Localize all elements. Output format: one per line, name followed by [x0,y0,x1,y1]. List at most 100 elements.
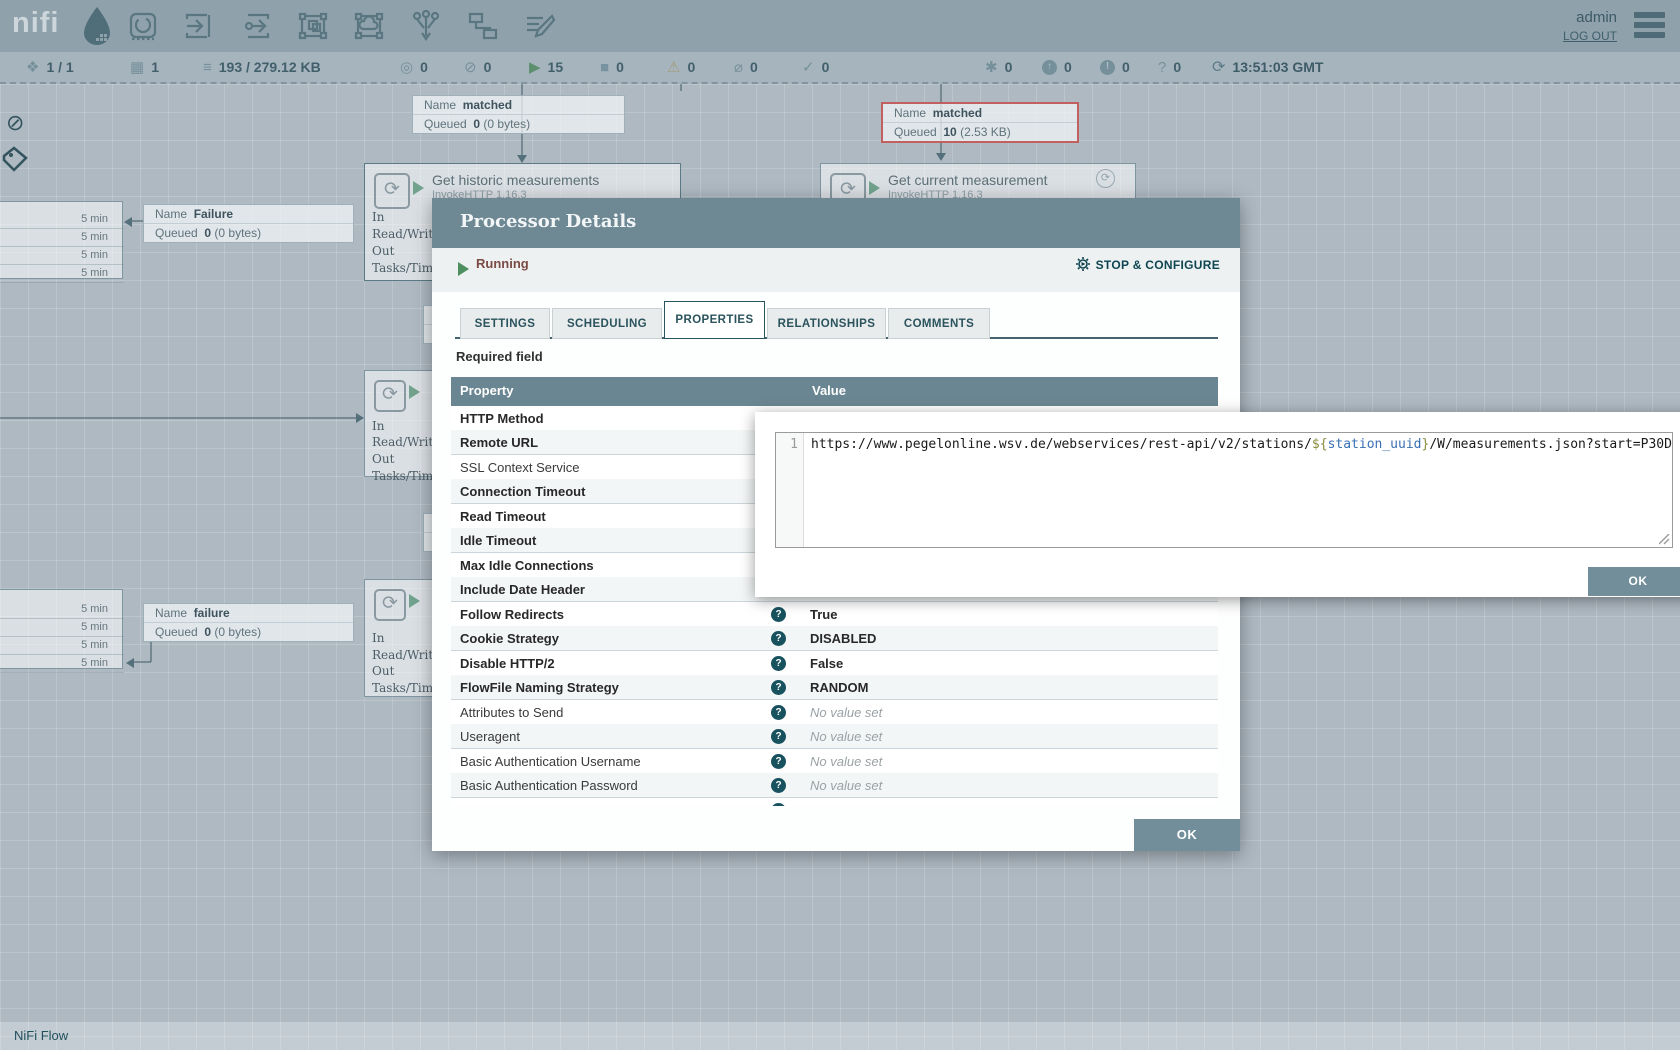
stop-and-configure-button[interactable]: STOP & CONFIGURE [1032,256,1220,272]
property-row[interactable]: Disable HTTP/2?False [451,651,1218,676]
help-icon[interactable]: ? [771,705,786,720]
connection-label-failure-lower: Name failure Queued 0 (0 bytes) [143,603,354,642]
thread-badge-icon: ⟳ [1096,169,1115,188]
stop-square-icon: ■ [600,60,609,75]
connection-label-matched-top: Name matched Queued 0 (0 bytes) [412,95,625,134]
status-transmitting: ◎0 [400,52,428,82]
asterisk-icon: ✱ [985,60,998,75]
funnel-icon[interactable] [410,10,442,42]
property-row[interactable]: Useragent?No value set [451,724,1218,749]
property-row[interactable]: Cookie Strategy?DISABLED [451,626,1218,651]
value-editor-textarea[interactable]: 1 https://www.pegelonline.wsv.de/webserv… [775,432,1673,548]
help-icon[interactable]: ? [771,729,786,744]
connection-line [150,642,152,662]
properties-table-header: Property Value [451,377,1218,406]
status-queued: ≡193 / 279.12 KB [203,52,321,82]
line-number: 1 [776,437,798,452]
breadcrumb[interactable]: NiFi Flow [14,1028,68,1043]
processor-icon[interactable] [127,10,159,42]
processor-type-icon: ⟳ [374,173,410,209]
process-group-icon[interactable] [297,10,329,42]
help-icon[interactable]: ? [771,631,786,646]
help-icon[interactable]: ? [771,656,786,671]
nifi-app: nifi admin LOG OUT [0,0,1680,1050]
status-not-transmitting: ⊘0 [464,52,491,82]
run-status-label: Running [476,256,529,271]
status-refresh: ⟳13:51:03 GMT [1212,52,1323,82]
tab-properties[interactable]: PROPERTIES [664,301,765,339]
clipped-processor-left-lower: 5 min5 min 5 min5 min [0,589,123,669]
help-icon: ? [771,803,786,806]
column-value: Value [812,383,846,398]
list-icon: ≡ [203,60,212,75]
editor-gutter: 1 [776,433,804,547]
remote-url-value: https://www.pegelonline.wsv.de/webservic… [811,437,1672,452]
connection-line [131,220,143,222]
running-play-icon [458,262,469,276]
dialog-title: Processor Details [460,211,636,232]
breadcrumb-bar [0,1022,1680,1050]
property-row[interactable]: Basic Authentication Password?No value s… [451,773,1218,798]
tab-relationships[interactable]: RELATIONSHIPS [767,308,886,339]
output-port-icon[interactable] [240,10,272,42]
tag-icon [2,146,28,172]
status-cluster: ▦1 [130,52,159,82]
disabled-icon: ⌀ [734,60,743,75]
column-property: Property [460,383,513,398]
property-row[interactable]: Basic Authentication Username?No value s… [451,749,1218,774]
running-indicator-icon [409,594,420,608]
status-active-threads: ❖1 / 1 [26,52,74,82]
no-entry-icon: ⊘ [6,110,24,136]
resize-handle-icon[interactable] [1659,534,1670,545]
dialog-tabs: SETTINGS SCHEDULING PROPERTIES RELATIONS… [460,301,990,339]
status-bar: ❖1 / 1 ▦1 ≡193 / 279.12 KB ◎0 ⊘0 ▶15 ■0 … [0,52,1680,84]
dialog-ok-button[interactable]: OK [1134,819,1240,851]
help-icon[interactable]: ? [771,754,786,769]
property-row[interactable]: FlowFile Naming Strategy?RANDOM [451,675,1218,700]
help-icon[interactable]: ? [771,680,786,695]
tab-settings[interactable]: SETTINGS [460,308,550,339]
no-transmit-icon: ⊘ [464,60,477,75]
refresh-icon[interactable]: ⟳ [1212,57,1225,77]
connection-line-stub [680,84,682,91]
label-icon[interactable] [524,10,556,42]
status-locally-modified: ✱0 [985,52,1012,82]
processor-name: Get current measurement [888,172,1048,188]
property-row[interactable]: Follow Redirects?True [451,602,1218,627]
connection-arrow-icon [517,155,527,163]
processor-name: Get historic measurements [432,172,599,188]
remote-process-group-icon[interactable] [353,10,385,42]
connection-line [133,661,151,663]
status-invalid: ⚠0 [667,52,695,82]
status-stale: ↑0 [1042,52,1072,82]
tab-scheduling[interactable]: SCHEDULING [552,308,662,339]
connection-arrow-icon [124,217,132,227]
connection-arrow-icon [356,413,364,423]
clipped-processor-left-upper: 5 min5 min 5 min5 min [0,201,123,279]
help-icon[interactable]: ? [771,607,786,622]
warning-icon: ⚠ [667,60,680,75]
property-row[interactable]: Attributes to Send?No value set [451,700,1218,725]
grid-icon: ▦ [130,60,144,75]
global-menu-icon[interactable] [1634,12,1665,40]
connection-label-matched-right: Name matched Queued 10 (2.53 KB) [881,102,1079,143]
check-icon: ✓ [802,60,815,75]
processor-type-icon: ⟳ [374,589,406,621]
input-port-icon[interactable] [183,10,215,42]
connection-arrow-icon [126,658,134,668]
value-editor-popup: 1 https://www.pegelonline.wsv.de/webserv… [755,412,1680,597]
editor-ok-button[interactable]: OK [1588,567,1680,596]
help-icon[interactable]: ? [771,778,786,793]
current-user: admin [1480,9,1617,26]
transmit-icon: ◎ [400,60,413,75]
tab-comments[interactable]: COMMENTS [888,308,990,339]
required-field-note: Required field [456,349,543,364]
status-stopped: ■0 [600,52,624,82]
logout-link[interactable]: LOG OUT [1480,29,1617,43]
template-icon[interactable] [467,10,499,42]
dialog-header: Processor Details [432,198,1240,248]
up-arrow-icon: ↑ [1042,60,1057,75]
nifi-logo: nifi [12,7,60,40]
cubes-icon: ❖ [26,60,39,75]
status-sync-failure: ?0 [1158,52,1181,82]
